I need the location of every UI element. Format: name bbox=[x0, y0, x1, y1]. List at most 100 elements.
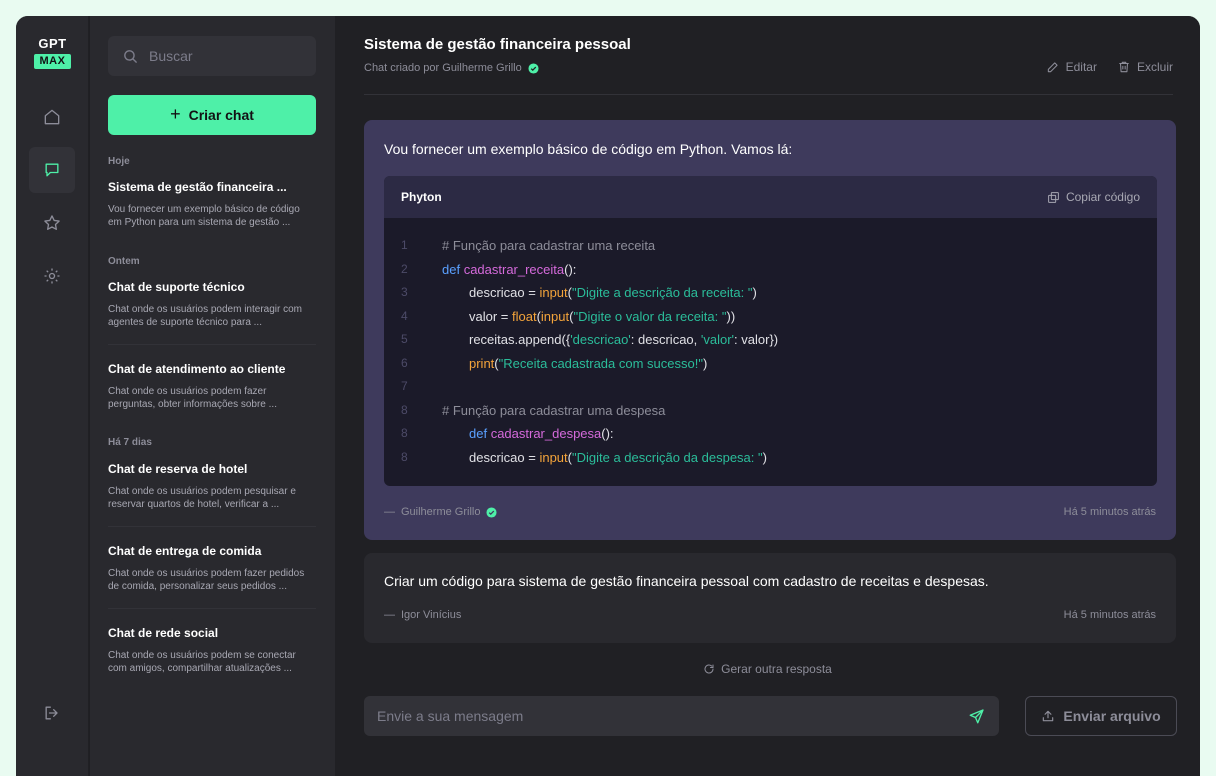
upload-file-label: Enviar arquivo bbox=[1063, 708, 1161, 724]
user-message: Criar um código para sistema de gestão f… bbox=[364, 553, 1176, 643]
line-number: 8 bbox=[401, 426, 408, 440]
regenerate-button[interactable]: Gerar outra resposta bbox=[335, 662, 1200, 676]
divider bbox=[108, 526, 316, 527]
chat-list-item[interactable]: Chat de rede social Chat onde os usuário… bbox=[108, 626, 316, 675]
line-number: 2 bbox=[401, 261, 408, 276]
send-icon[interactable] bbox=[968, 707, 986, 725]
code-token: "Receita cadastrada com sucesso!" bbox=[498, 355, 703, 371]
user-message-author: — Igor Vinícius bbox=[384, 609, 461, 621]
verified-icon bbox=[486, 506, 498, 518]
delete-label: Excluir bbox=[1136, 60, 1173, 74]
code-block-header: Phyton Copiar código bbox=[384, 176, 1157, 218]
delete-button[interactable]: Excluir bbox=[1117, 60, 1173, 74]
code-token: (): bbox=[601, 426, 614, 441]
code-token: ) bbox=[752, 285, 757, 300]
search-icon bbox=[124, 49, 137, 63]
search-input[interactable] bbox=[149, 48, 309, 64]
code-token: "Digite a descrição da despesa: " bbox=[572, 449, 763, 465]
code-token: # Função para cadastrar uma receita bbox=[442, 238, 656, 253]
upload-file-button[interactable]: Enviar arquivo bbox=[1025, 696, 1177, 736]
logo: GPT MAX bbox=[34, 37, 71, 69]
line-number: 1 bbox=[401, 238, 408, 252]
ai-message-footer: — Guilherme Grillo Há 5 minutos atrás bbox=[384, 506, 1156, 518]
edit-button[interactable]: Editar bbox=[1046, 60, 1097, 74]
code-text: # Função para cadastrar uma despesa bbox=[442, 399, 665, 423]
dash: — bbox=[384, 506, 395, 518]
code-line: 1 # Função para cadastrar uma receita bbox=[384, 234, 1157, 258]
chat-item-title: Chat de reserva de hotel bbox=[108, 462, 248, 476]
chat-list-item[interactable]: Sistema de gestão financeira ... Vou for… bbox=[108, 180, 316, 229]
logout-icon bbox=[45, 706, 58, 720]
regenerate-label: Gerar outra resposta bbox=[721, 662, 832, 676]
line-number: 8 bbox=[401, 402, 408, 417]
rail-chat-button[interactable] bbox=[29, 147, 75, 193]
logo-gpt: GPT bbox=[38, 36, 67, 51]
gear-icon bbox=[44, 268, 60, 284]
code-text: def cadastrar_receita(): bbox=[442, 258, 576, 282]
rail-favorites-button[interactable] bbox=[29, 200, 75, 246]
rail-home-button[interactable] bbox=[29, 94, 75, 140]
chat-list-item[interactable]: Chat de suporte técnico Chat onde os usu… bbox=[108, 280, 316, 329]
user-message-text: Criar um código para sistema de gestão f… bbox=[384, 573, 989, 589]
author-name: Guilherme Grillo bbox=[401, 506, 481, 518]
ai-message: Vou fornecer um exemplo básico de código… bbox=[364, 120, 1176, 540]
code-token: 'valor' bbox=[700, 332, 735, 347]
app-window: GPT MAX + Criar chat Hoje Sist bbox=[16, 16, 1200, 776]
chat-item-description: Chat onde os usuários podem interagir co… bbox=[108, 304, 302, 328]
rail-settings-button[interactable] bbox=[29, 253, 75, 299]
chat-list-item[interactable]: Chat de entrega de comida Chat onde os u… bbox=[108, 544, 316, 593]
section-label-today: Hoje bbox=[108, 156, 130, 167]
line-number: 6 bbox=[401, 355, 408, 370]
code-lines: 1 # Função para cadastrar uma receita 2 def… bbox=[384, 218, 1157, 469]
icon-rail: GPT MAX bbox=[16, 16, 89, 776]
code-text: descricao = input("Digite a descrição da… bbox=[469, 281, 757, 305]
code-token: : valor}) bbox=[734, 332, 779, 347]
search-box[interactable] bbox=[108, 36, 316, 76]
dash: — bbox=[384, 609, 395, 621]
edit-label: Editar bbox=[1065, 60, 1097, 74]
code-text: def cadastrar_despesa(): bbox=[469, 422, 614, 446]
logo-max: MAX bbox=[34, 54, 71, 69]
logout-button[interactable] bbox=[29, 690, 75, 736]
ai-message-intro: Vou fornecer um exemplo básico de código… bbox=[384, 141, 793, 157]
code-line: 6 print("Receita cadastrada com sucesso!"… bbox=[384, 352, 1157, 376]
code-token: "Digite o valor da receita: " bbox=[573, 308, 727, 324]
pencil-icon bbox=[1047, 62, 1058, 73]
ai-message-author: — Guilherme Grillo bbox=[384, 506, 498, 518]
create-chat-label: Criar chat bbox=[188, 107, 254, 123]
divider bbox=[108, 344, 316, 345]
chat-sidebar: + Criar chat Hoje Sistema de gestão fina… bbox=[89, 16, 335, 776]
code-line: 7 bbox=[384, 375, 1157, 399]
section-label-week: Há 7 dias bbox=[108, 437, 152, 448]
chat-item-title: Chat de rede social bbox=[108, 626, 219, 640]
author-name: Igor Vinícius bbox=[401, 609, 462, 621]
code-token: def bbox=[469, 426, 491, 441]
section-label-yesterday: Ontem bbox=[108, 256, 140, 267]
chat-list-item[interactable]: Chat de atendimento ao cliente Chat onde… bbox=[108, 362, 316, 411]
chat-item-description: Chat onde os usuários podem se conectar … bbox=[108, 650, 296, 674]
chat-icon bbox=[45, 163, 59, 177]
message-input[interactable] bbox=[377, 708, 968, 724]
chat-item-description: Chat onde os usuários podem pesquisar e … bbox=[108, 486, 296, 510]
copy-code-button[interactable]: Copiar código bbox=[1047, 190, 1140, 204]
code-line: 8 def cadastrar_despesa(): bbox=[384, 422, 1157, 446]
code-token: descricao = bbox=[469, 285, 540, 300]
chat-item-title: Chat de suporte técnico bbox=[108, 280, 245, 294]
create-chat-button[interactable]: + Criar chat bbox=[108, 95, 316, 135]
code-token: input bbox=[539, 285, 568, 300]
code-text: print("Receita cadastrada com sucesso!") bbox=[469, 352, 707, 376]
message-composer[interactable] bbox=[364, 696, 999, 736]
chat-list-item[interactable]: Chat de reserva de hotel Chat onde os us… bbox=[108, 462, 316, 511]
code-token: 'descricao' bbox=[570, 332, 631, 347]
line-number: 4 bbox=[401, 308, 408, 323]
refresh-icon bbox=[704, 664, 714, 674]
code-text: receitas.append({'descricao': descricao,… bbox=[469, 328, 778, 352]
code-line: 8 # Função para cadastrar uma despesa bbox=[384, 399, 1157, 423]
code-token: )) bbox=[726, 308, 736, 324]
code-token: def bbox=[442, 261, 464, 277]
chat-item-description: Vou fornecer um exemplo básico de código… bbox=[108, 204, 300, 228]
chat-item-title: Chat de atendimento ao cliente bbox=[108, 362, 286, 376]
star-icon bbox=[44, 215, 60, 230]
code-token: ) bbox=[762, 449, 767, 465]
code-token: valor = bbox=[469, 308, 512, 324]
